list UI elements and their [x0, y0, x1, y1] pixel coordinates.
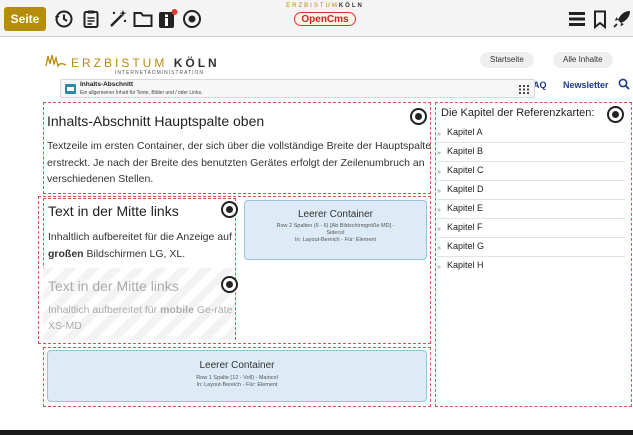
target-icon[interactable] — [181, 8, 203, 30]
element-type-bar: Inhalts-Abschnitt Ein allgemeiner Inhalt… — [60, 79, 535, 98]
sidebar-item-kapitel-a[interactable]: » Kapitel A — [437, 124, 625, 143]
edit-point-icon[interactable] — [607, 106, 624, 123]
mid-left-mobile-heading: Text in der Mitte links — [48, 278, 179, 294]
history-icon[interactable] — [53, 8, 75, 30]
chevron-right-icon: » — [437, 188, 441, 195]
nav-link-aq[interactable]: AQ — [533, 80, 547, 90]
brand-wordmark: ERZBISTUM KÖLN — [71, 56, 220, 70]
drag-grid-icon[interactable] — [519, 85, 529, 94]
sidebar-title: Die Kapitel der Referenzkarten: — [441, 107, 595, 119]
chevron-right-icon: » — [437, 245, 441, 252]
sidebar-item-kapitel-b[interactable]: » Kapitel B — [437, 143, 625, 162]
menu-icon[interactable] — [566, 8, 588, 30]
erzbistum-mark-icon — [45, 54, 67, 68]
sidebar-item-label: Kapitel G — [447, 241, 485, 251]
empty-container-line: Sidecol — [326, 230, 345, 236]
type-bar-title: Inhalts-Abschnitt — [80, 81, 134, 88]
sidebar-item-kapitel-h[interactable]: » Kapitel H — [437, 257, 625, 276]
empty-container-line: Row 2 Spalten (6 - 6) [Ab Bildschirmgröß… — [276, 223, 395, 229]
mid-left-text-post: Bildschirmen LG, XL. — [83, 248, 186, 260]
edit-point-icon[interactable] — [221, 276, 238, 293]
chevron-right-icon: » — [437, 150, 441, 157]
logo-top-suffix: KÖLN — [338, 3, 364, 9]
search-icon[interactable] — [618, 78, 630, 90]
logo-top-prefix: ERZBISTUM — [286, 3, 339, 9]
bookmark-icon[interactable] — [589, 8, 611, 30]
content-type-icon — [65, 84, 76, 94]
empty-container-line: In: Layout-Bereich - Für: Element — [196, 382, 278, 388]
mid-left-text: Inhaltlich aufbereitet für die Anzeige a… — [48, 229, 233, 263]
brand-word-prefix: ERZBISTUM — [71, 56, 168, 70]
sidebar-item-kapitel-g[interactable]: » Kapitel G — [437, 238, 625, 257]
empty-container-bottom[interactable]: Leerer Container Row 1 Spalte (12 - Voll… — [47, 350, 427, 402]
nav-link-newsletter[interactable]: Newsletter — [563, 80, 609, 90]
sidebar-item-label: Kapitel B — [447, 146, 484, 156]
chevron-right-icon: » — [437, 207, 441, 214]
sidebar-item-label: Kapitel H — [447, 260, 484, 270]
opencms-logo: ERZBISTUMKÖLN OpenCms — [285, 3, 365, 35]
opencms-pill: OpenCms — [294, 12, 356, 26]
sidebar-item-label: Kapitel D — [447, 184, 484, 194]
sidebar-item-kapitel-d[interactable]: » Kapitel D — [437, 181, 625, 200]
site-logo[interactable]: ERZBISTUM KÖLN INTERNETADMINISTRATION — [45, 52, 217, 78]
main-top-heading: Inhalts-Abschnitt Hauptspalte oben — [47, 113, 265, 129]
mid-left-heading: Text in der Mitte links — [48, 203, 179, 219]
edit-point-icon[interactable] — [410, 108, 427, 125]
opencms-toolbar: Seite ERZBISTUMKÖLN OpenCms — [0, 0, 633, 37]
empty-container-right[interactable]: Leerer Container Row 2 Spalten (6 - 6) [… — [244, 200, 427, 260]
brand-word-suffix: KÖLN — [173, 56, 220, 70]
brand-subtitle: INTERNETADMINISTRATION — [115, 70, 205, 76]
type-bar-subtitle: Ein allgemeiner Inhalt für Texte, Bilder… — [80, 90, 203, 96]
magic-wand-icon[interactable] — [107, 8, 129, 30]
sidebar-item-label: Kapitel E — [447, 203, 484, 213]
empty-container-line: Row 1 Spalte (12 - Voll) - Maincol — [196, 375, 278, 381]
sidebar-item-label: Kapitel F — [447, 222, 483, 232]
main-top-text: Textzeile im ersten Container, der sich … — [47, 140, 432, 185]
chevron-right-icon: » — [437, 264, 441, 271]
sidebar-item-label: Kapitel C — [447, 165, 484, 175]
sidebar-item-kapitel-f[interactable]: » Kapitel F — [437, 219, 625, 238]
mid-left-mobile-text-bold: mobile — [160, 304, 194, 316]
empty-container-title: Leerer Container — [297, 209, 374, 220]
rocket-icon[interactable] — [611, 8, 633, 30]
mid-left-mobile-text: Inhaltlich aufbereitet für mobile Ge-rät… — [48, 302, 233, 334]
edit-point-icon[interactable] — [221, 201, 238, 218]
empty-container-title: Leerer Container — [199, 360, 275, 371]
sidebar-item-label: Kapitel A — [447, 127, 483, 137]
mid-left-mobile-text-pre: Inhaltlich aufbereitet für — [48, 304, 161, 316]
alle-inhalte-button[interactable]: Alle Inhalte — [553, 52, 613, 68]
info-icon[interactable] — [156, 8, 178, 30]
sidebar-item-kapitel-e[interactable]: » Kapitel E — [437, 200, 625, 219]
folder-icon[interactable] — [132, 8, 154, 30]
mid-left-text-pre: Inhaltlich aufbereitet für die Anzeige a… — [48, 231, 232, 243]
chevron-right-icon: » — [437, 226, 441, 233]
clipboard-icon[interactable] — [80, 8, 102, 30]
mid-left-text-bold: großen — [48, 248, 84, 260]
empty-container-line: In: Layout-Bereich - Für: Element — [294, 237, 376, 243]
chevron-right-icon: » — [437, 131, 441, 138]
startseite-button[interactable]: Startseite — [480, 52, 534, 68]
sidebar-item-kapitel-c[interactable]: » Kapitel C — [437, 162, 625, 181]
chevron-right-icon: » — [437, 169, 441, 176]
footer-bar — [0, 430, 633, 435]
seite-button[interactable]: Seite — [4, 7, 46, 31]
